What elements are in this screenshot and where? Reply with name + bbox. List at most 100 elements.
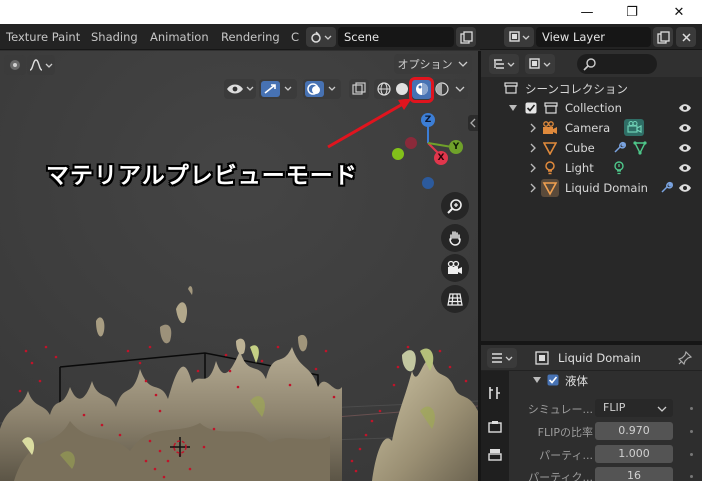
keyframe-dot[interactable] [690,453,693,456]
workspace-bar: Texture Paint Shading Animation Renderin… [0,24,702,50]
camera-view-button[interactable] [441,254,469,282]
tab-compositing[interactable]: C [291,24,299,50]
eye-icon[interactable] [678,123,692,133]
options-label: オプション [397,58,453,71]
chevron-left-icon [470,118,476,128]
mesh-data-icon[interactable] [633,141,647,155]
tab-shading[interactable]: Shading [91,24,138,50]
outliner-icon [494,59,515,69]
gizmo-neg-x[interactable] [392,148,404,160]
maximize-button[interactable]: ❐ [609,0,655,24]
transform-pivot-button[interactable] [4,55,26,75]
search-icon [583,58,596,71]
tab-rendering[interactable]: Rendering [221,24,280,50]
particle-radius-field[interactable]: 1.000 [595,445,673,463]
gizmo-z-axis[interactable]: Z [421,113,435,127]
light-data-icon[interactable] [612,161,626,175]
outliner-item-light[interactable]: Light [481,158,702,178]
outliner-search-input[interactable] [577,54,657,74]
outliner-item-camera[interactable]: Camera [481,118,702,138]
camera-data-icon[interactable] [624,119,644,136]
gizmo-neg-y[interactable] [405,137,417,149]
perspective-toggle-button[interactable] [441,285,469,313]
visibility-dropdown[interactable] [224,79,256,99]
fluid-enabled-checkbox[interactable] [547,374,559,386]
flip-ratio-label: FLIPの比率 [537,426,593,439]
cube-label: Cube [565,141,595,155]
editor-type-button[interactable] [489,54,519,74]
new-view-layer-button[interactable] [653,27,673,47]
particle-max-field[interactable]: 16 [595,467,673,481]
tab-texture-paint[interactable]: Texture Paint [6,24,80,50]
xray-toggle[interactable] [349,79,369,99]
chevron-down-icon [458,61,467,67]
gizmo-y-axis[interactable]: Y [449,140,463,154]
wrench-icon[interactable] [659,181,673,195]
options-dropdown[interactable]: オプション [394,54,472,74]
eye-icon[interactable] [678,143,692,153]
scene-collection-row[interactable]: シーンコレクション [481,78,702,98]
pin-icon[interactable] [678,351,692,365]
expand-arrow-icon[interactable] [529,123,537,133]
display-mode-button[interactable] [525,54,555,74]
view-layer-icon [529,58,551,69]
copy-icon [459,30,473,44]
selected-object-bg [541,179,559,197]
keyframe-dot[interactable] [690,407,693,410]
simulation-type-select[interactable]: FLIP [595,399,673,417]
minimize-button[interactable]: — [564,0,610,24]
flip-ratio-field[interactable]: 0.970 [595,422,673,440]
falloff-curve-icon [29,59,53,71]
checkbox-icon[interactable] [525,102,537,114]
properties-editor-type-button[interactable] [487,348,517,368]
gizmo-neg-z[interactable] [422,177,434,189]
output-tab-icon[interactable] [487,447,503,463]
keyframe-dot[interactable] [690,430,693,433]
eye-icon[interactable] [678,103,692,113]
particle-radius-label: パーティ... [539,449,593,462]
outliner-header [481,51,702,77]
outliner-item-liquid-domain[interactable]: Liquid Domain [481,178,702,198]
outliner-item-cube[interactable]: Cube [481,138,702,158]
gizmo-toggle[interactable] [259,79,297,99]
expand-arrow-icon[interactable] [529,163,537,173]
eye-icon[interactable] [678,163,692,173]
liquid-domain-label: Liquid Domain [565,181,648,195]
new-scene-button[interactable] [456,27,476,47]
gizmo-x-axis[interactable]: X [434,151,448,165]
shading-options-dropdown[interactable] [452,79,468,99]
expand-arrow-icon[interactable] [529,143,537,153]
collection-row[interactable]: Collection [481,98,702,118]
overlays-toggle[interactable] [303,79,341,99]
properties-object-name: Liquid Domain [558,351,641,365]
keyframe-dot[interactable] [690,475,693,478]
pan-button[interactable] [441,224,469,252]
remove-view-layer-button[interactable] [676,27,696,47]
gizmo-arrow-icon [261,81,292,97]
tool-tab-icon[interactable] [487,385,503,401]
rendered-shading-button[interactable] [432,79,452,99]
render-tab-icon[interactable] [487,419,503,435]
rendered-sphere-icon [435,82,449,96]
view-layer-browse-button[interactable] [504,27,534,47]
scene-collection-label: シーンコレクション [525,82,628,96]
camera-object-icon [543,121,557,134]
proportional-falloff-button[interactable] [27,55,55,75]
tab-animation[interactable]: Animation [150,24,209,50]
scene-browse-button[interactable] [306,27,336,47]
expand-triangle-icon[interactable] [508,103,518,113]
eye-icon[interactable] [678,183,692,193]
zoom-button[interactable] [441,192,469,220]
panel-collapse-icon[interactable] [532,375,542,385]
light-label: Light [565,161,594,175]
expand-arrow-icon[interactable] [529,183,537,193]
properties-header: Liquid Domain [481,345,702,371]
3d-viewport[interactable]: オプション Z Y X マテリアルプレビューモード [0,51,478,481]
scene-name-field[interactable]: Scene [338,27,454,47]
view-layer-field[interactable]: View Layer [536,27,651,47]
wrench-icon[interactable] [612,141,626,155]
close-button[interactable]: ✕ [656,0,702,24]
wireframe-shading-button[interactable] [374,79,394,99]
sidebar-toggle[interactable] [468,115,478,131]
light-object-icon [545,161,555,175]
